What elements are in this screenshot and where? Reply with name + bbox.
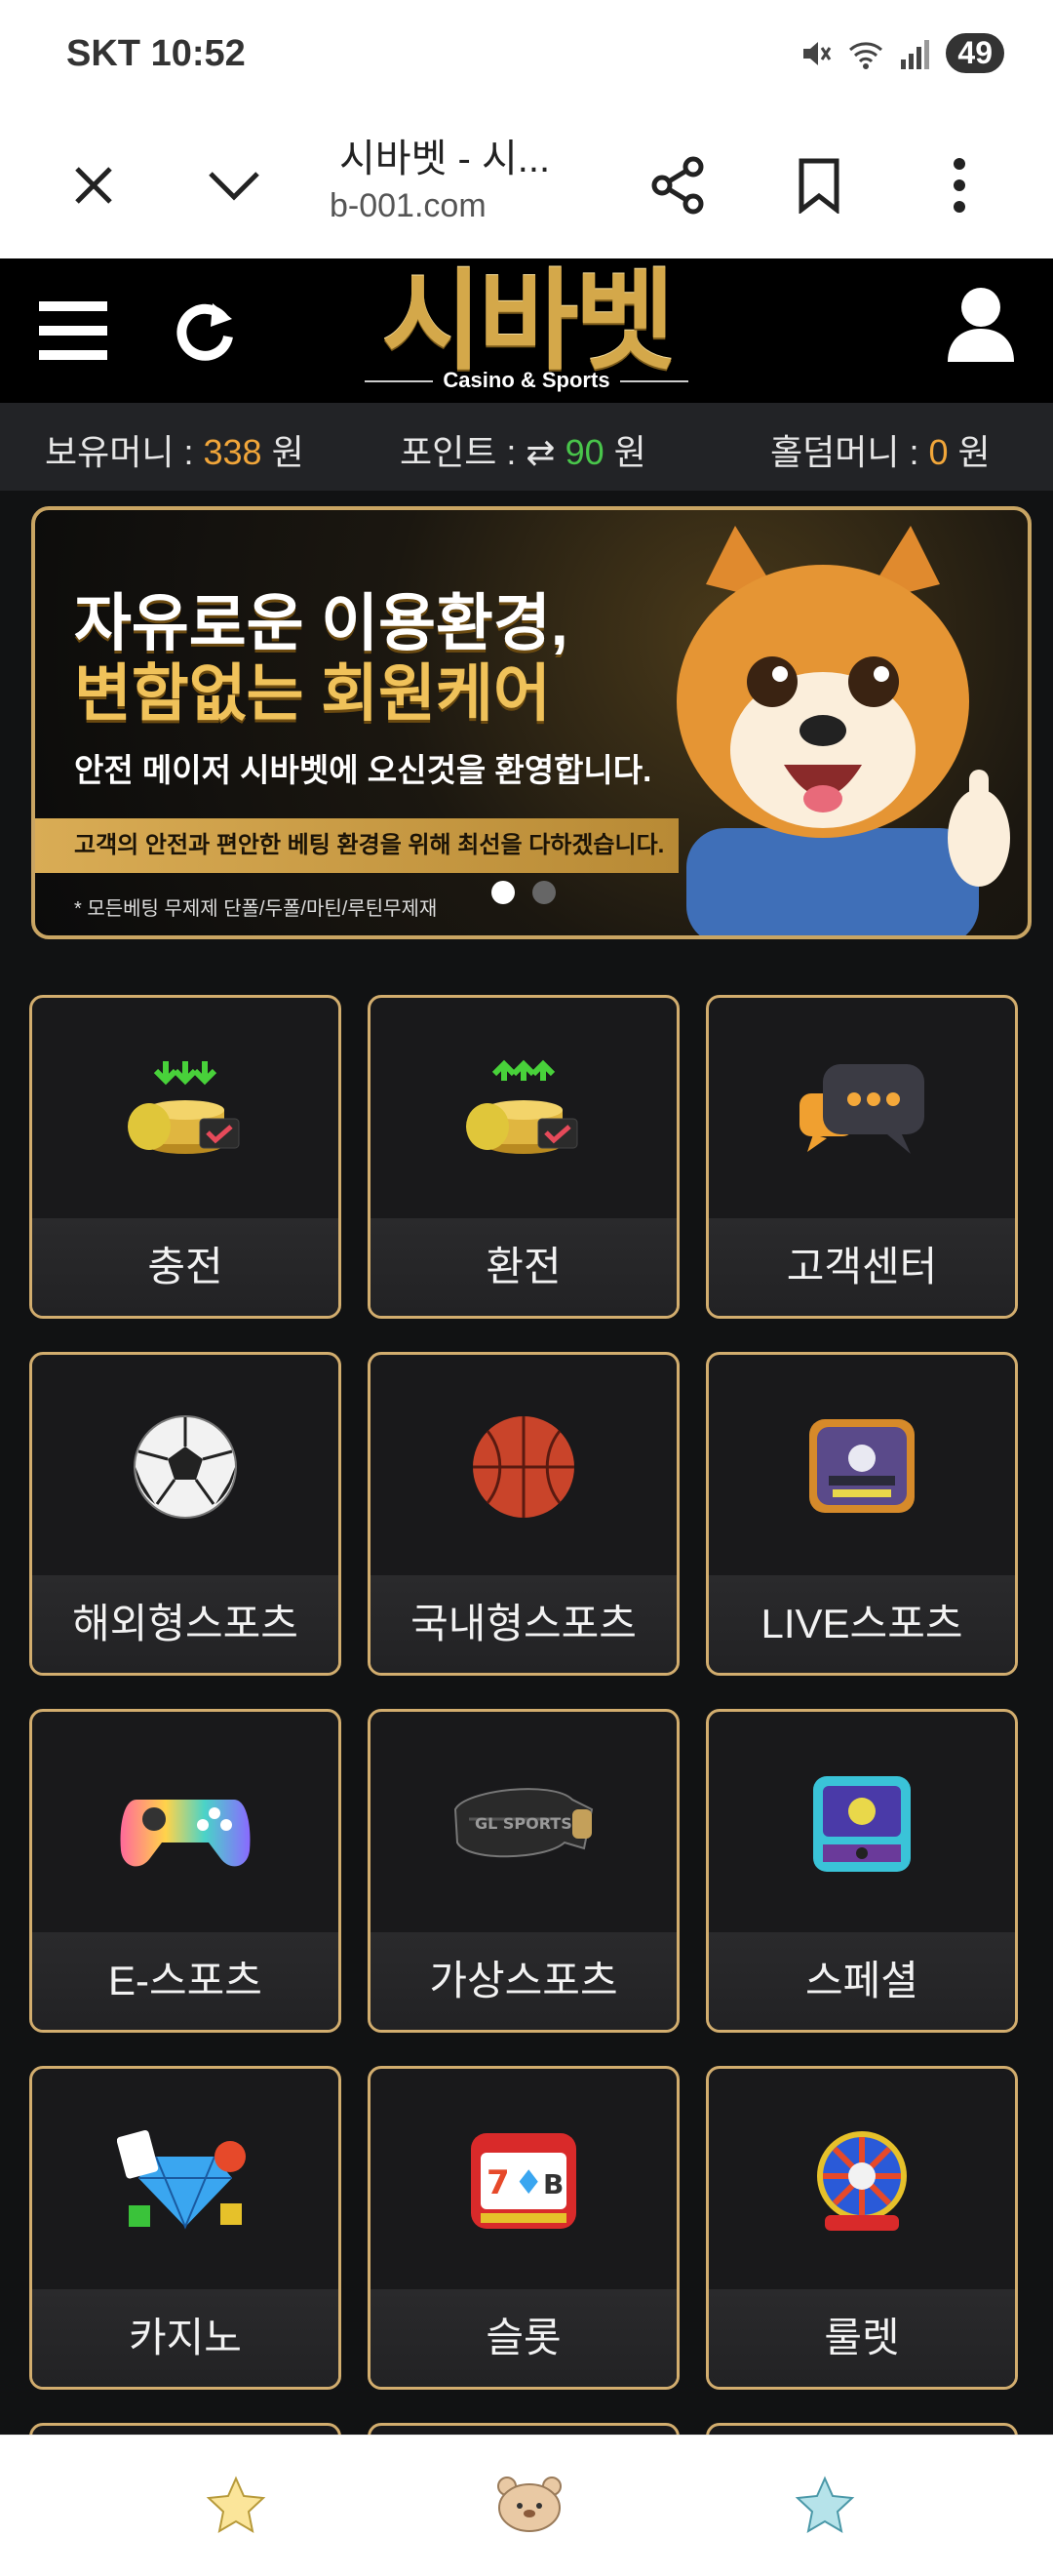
hamburger-menu-icon[interactable] — [39, 299, 107, 367]
menu-tile-label: 스페셜 — [709, 1932, 1015, 2030]
basketball-icon — [370, 1355, 677, 1579]
main-content: 자유로운 이용환경, 변함없는 회원케어 안전 메이저 시바벳에 오신것을 환영… — [0, 491, 1053, 2462]
shiba-mascot-icon — [677, 526, 1010, 935]
menu-tile[interactable]: 스페셜 — [706, 1709, 1018, 2033]
menu-tile[interactable]: 7 ♦ B 슬롯 — [368, 2066, 680, 2390]
slot-machine-icon: 7 ♦ B — [370, 2069, 677, 2293]
mute-icon — [803, 41, 832, 65]
logo-subtitle: Casino & Sports — [351, 368, 702, 393]
soccer-ball-icon — [32, 1355, 338, 1579]
banner-subline: 안전 메이저 시바벳에 오신것을 환영합니다. — [74, 752, 652, 788]
carrier-time: SKT 10:52 — [66, 33, 246, 75]
carrier-label: SKT — [66, 33, 140, 74]
clock: 10:52 — [150, 33, 246, 74]
close-icon[interactable] — [55, 146, 133, 224]
menu-tile[interactable]: LIVE스포츠 — [706, 1352, 1018, 1676]
svg-text:♦: ♦ — [514, 2163, 543, 2202]
menu-tile[interactable]: 룰렛 — [706, 2066, 1018, 2390]
holdem-money: 홀덤머니 : 0 원 — [770, 424, 991, 475]
menu-tile[interactable]: 카지노 — [29, 2066, 341, 2390]
carousel-dot-2[interactable] — [532, 881, 556, 904]
menu-tile[interactable]: 해외형스포츠 — [29, 1352, 341, 1676]
exchange-arrows-icon[interactable]: ⇄ — [526, 432, 555, 472]
star-yellow-icon[interactable] — [205, 2475, 267, 2537]
star-blue-icon[interactable] — [794, 2475, 856, 2537]
holding-money-value: 338 — [203, 432, 262, 472]
menu-tile[interactable]: 충전 — [29, 995, 341, 1319]
status-bar: SKT 10:52 49 — [0, 0, 1053, 107]
menu-tile-label: 충전 — [32, 1218, 338, 1316]
holding-money: 보유머니 : 338 원 — [45, 424, 304, 475]
svg-text:GL SPORTS: GL SPORTS — [475, 1814, 572, 1833]
page-title: 시바벳 - 시... — [339, 138, 551, 180]
status-icons: 49 — [798, 33, 1004, 73]
roulette-wheel-icon — [709, 2069, 1015, 2293]
svg-text:B: B — [543, 2168, 564, 2200]
banner-headline: 자유로운 이용환경, 변함없는 회원케어 — [74, 588, 568, 729]
svg-text:7: 7 — [487, 2163, 510, 2202]
holdem-money-label: 홀덤머니 : — [770, 432, 929, 472]
casino-diamond-icon — [32, 2069, 338, 2293]
holding-money-unit: 원 — [261, 432, 304, 472]
live-tv-icon — [709, 1355, 1015, 1579]
withdraw-coins-icon — [370, 998, 677, 1222]
bear-face-icon[interactable] — [495, 2475, 564, 2533]
menu-tile[interactable]: 고객센터 — [706, 995, 1018, 1319]
wifi-icon — [849, 41, 883, 69]
carousel-dot-1[interactable] — [491, 881, 515, 904]
menu-tile-label: E-스포츠 — [32, 1932, 338, 2030]
menu-tile-label: LIVE스포츠 — [709, 1575, 1015, 1673]
site-logo[interactable]: 시바벳 Casino & Sports — [351, 258, 702, 403]
menu-tile-label: 가상스포츠 — [370, 1932, 677, 2030]
more-menu-icon[interactable] — [920, 146, 998, 224]
user-profile-icon[interactable] — [946, 286, 1016, 369]
menu-tile[interactable]: E-스포츠 — [29, 1709, 341, 2033]
deposit-coins-icon — [32, 998, 338, 1222]
menu-tile-label: 룰렛 — [709, 2289, 1015, 2387]
menu-tile[interactable]: 국내형스포츠 — [368, 1352, 680, 1676]
browser-toolbar: 시바벳 - 시... b-001.com — [0, 107, 1053, 258]
banner-headline-line2: 변함없는 회원케어 — [74, 658, 551, 729]
vr-headset-icon: GL SPORTS — [370, 1712, 677, 1936]
bottom-nav — [0, 2435, 1053, 2576]
menu-tile-label: 환전 — [370, 1218, 677, 1316]
menu-tile-label: 카지노 — [32, 2289, 338, 2387]
bookmark-icon[interactable] — [780, 146, 858, 224]
banner-note: * 모든베팅 무제제 단폴/두폴/마틴/루틴무제재 — [74, 898, 438, 920]
signal-icon — [901, 39, 930, 69]
menu-tile-label: 고객센터 — [709, 1218, 1015, 1316]
page-url[interactable]: b-001.com — [330, 187, 487, 225]
site-header: 시바벳 Casino & Sports — [0, 258, 1053, 403]
menu-tile-label: 해외형스포츠 — [32, 1575, 338, 1673]
chevron-down-icon[interactable] — [195, 146, 273, 224]
refresh-icon[interactable] — [174, 297, 236, 369]
gamepad-icon — [32, 1712, 338, 1936]
point-label: 포인트 : — [400, 432, 526, 472]
carousel-dots — [491, 881, 556, 904]
menu-tile[interactable]: GL SPORTS 가상스포츠 — [368, 1709, 680, 2033]
logo-text: 시바벳 — [381, 260, 675, 382]
point-unit: 원 — [604, 432, 646, 472]
point-balance[interactable]: 포인트 : ⇄ 90 원 — [400, 424, 646, 475]
menu-tile-label: 국내형스포츠 — [370, 1575, 677, 1673]
menu-tile[interactable]: 환전 — [368, 995, 680, 1319]
holding-money-label: 보유머니 : — [45, 432, 204, 472]
menu-tile-label: 슬롯 — [370, 2289, 677, 2387]
holdem-money-value: 0 — [928, 432, 949, 472]
balance-bar: 보유머니 : 338 원 포인트 : ⇄ 90 원 홀덤머니 : 0 원 — [0, 403, 1053, 491]
point-value: 90 — [565, 432, 604, 472]
chat-bubble-icon — [709, 998, 1015, 1222]
arcade-icon — [709, 1712, 1015, 1936]
holdem-money-unit: 원 — [948, 432, 991, 472]
promo-banner[interactable]: 자유로운 이용환경, 변함없는 회원케어 안전 메이저 시바벳에 오신것을 환영… — [31, 506, 1032, 939]
banner-strip: 고객의 안전과 편안한 베팅 환경을 위해 최선을 다하겠습니다. — [35, 818, 679, 873]
banner-headline-line1: 자유로운 이용환경, — [74, 588, 568, 658]
battery-indicator: 49 — [946, 33, 1004, 73]
share-icon[interactable] — [640, 146, 718, 224]
